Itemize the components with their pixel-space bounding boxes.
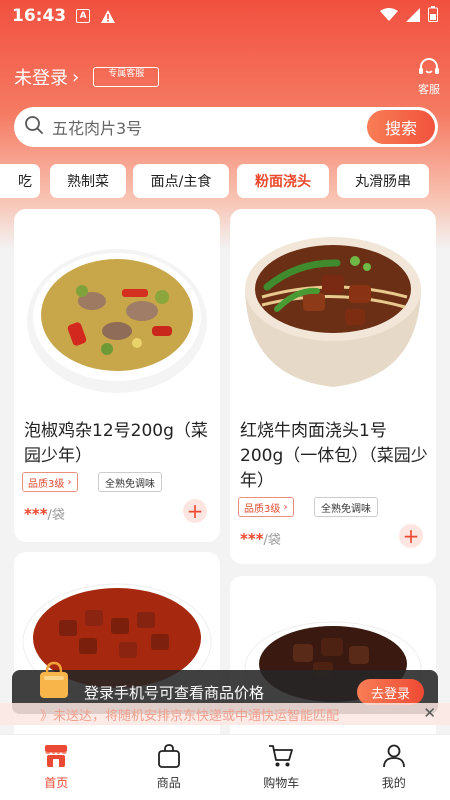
chevron-right-icon[interactable]: › [72, 67, 79, 88]
status-time: 16:43 [12, 6, 67, 26]
search-input[interactable]: 五花肉片3号 [52, 115, 367, 139]
add-to-cart-button[interactable]: + [183, 499, 207, 523]
product-card[interactable]: 红烧牛肉面浇头1号200g（一体包）（菜园少年） 品质3级 › 全熟免调味 **… [230, 209, 436, 564]
signal-icon [406, 7, 420, 26]
user-icon [381, 744, 407, 771]
taste-tag: 全熟免调味 [314, 497, 378, 517]
category-tab-active[interactable]: 粉面浇头 [237, 164, 329, 198]
search-bar[interactable]: 五花肉片3号 搜索 [14, 107, 438, 147]
bag-icon [156, 744, 182, 771]
category-tab[interactable]: 熟制菜 [50, 164, 126, 198]
tab-profile-label: 我的 [381, 776, 406, 790]
header: 未登录 › 专属客服 客服 [14, 55, 440, 99]
taste-tag: 全熟免调味 [98, 472, 162, 492]
battery-icon [428, 6, 438, 26]
cart-icon [268, 744, 294, 771]
category-tab[interactable]: 丸滑肠串 [337, 164, 429, 198]
tab-home[interactable]: 首页 [0, 735, 113, 800]
quality-tag[interactable]: 品质3级 › [238, 497, 294, 517]
close-icon[interactable]: ✕ [423, 704, 436, 722]
notification-a-icon: A [76, 9, 91, 23]
shopping-bag-icon [40, 661, 68, 698]
tab-profile[interactable]: 我的 [338, 735, 450, 800]
price-unit: /袋 [47, 508, 65, 523]
product-image [27, 249, 207, 393]
quality-label: 品质3级 [244, 503, 281, 515]
price: ***/袋 [240, 529, 281, 548]
category-tab[interactable]: 吃 [0, 164, 40, 198]
search-button[interactable]: 搜索 [367, 110, 435, 144]
wifi-icon [380, 7, 398, 26]
product-card[interactable]: 泡椒鸡杂12号200g（菜园少年） 品质3级 › 全熟免调味 ***/袋 + [14, 209, 220, 542]
login-prompt-text: 登录手机号可查看商品价格 [84, 683, 265, 702]
price-masked: *** [24, 505, 48, 523]
quality-label: 品质3级 [28, 478, 65, 490]
warning-icon [100, 9, 116, 24]
notice-text: 》未送达，将随机安排京东快递或中通快运智能匹配 [40, 708, 340, 724]
price-masked: *** [240, 530, 264, 548]
search-icon [24, 115, 44, 139]
quality-tag[interactable]: 品质3级 › [22, 472, 78, 492]
tab-cart-label: 购物车 [263, 776, 300, 790]
category-tabs: 吃 熟制菜 面点/主食 粉面浇头 丸滑肠串 [0, 164, 450, 198]
tab-cart[interactable]: 购物车 [225, 735, 338, 800]
product-card[interactable] [230, 576, 436, 752]
price-unit: /袋 [263, 533, 281, 548]
headset-icon [418, 57, 440, 81]
notice-marquee: 》未送达，将随机安排京东快递或中通快运智能匹配 ✕ [0, 703, 450, 725]
price: ***/袋 [24, 504, 65, 523]
customer-service-button[interactable]: 客服 [418, 57, 440, 97]
bottom-tab-bar: 首页 商品 购物车 我的 [0, 734, 450, 800]
product-image [245, 237, 421, 387]
service-tag[interactable]: 专属客服 [93, 67, 160, 87]
login-status[interactable]: 未登录 [14, 64, 68, 90]
status-bar: 16:43 A [0, 0, 450, 32]
tab-products-label: 商品 [156, 776, 181, 790]
product-title: 红烧牛肉面浇头1号200g（一体包）（菜园少年） [240, 421, 428, 491]
go-login-button[interactable]: 去登录 [356, 679, 424, 705]
tab-home-label: 首页 [44, 776, 69, 790]
customer-service-label: 客服 [418, 82, 440, 96]
product-title: 泡椒鸡杂12号200g（菜园少年） [24, 421, 208, 466]
tab-products[interactable]: 商品 [113, 735, 226, 800]
category-tab[interactable]: 面点/主食 [133, 164, 229, 198]
add-to-cart-button[interactable]: + [399, 524, 423, 548]
home-store-icon [43, 744, 69, 771]
